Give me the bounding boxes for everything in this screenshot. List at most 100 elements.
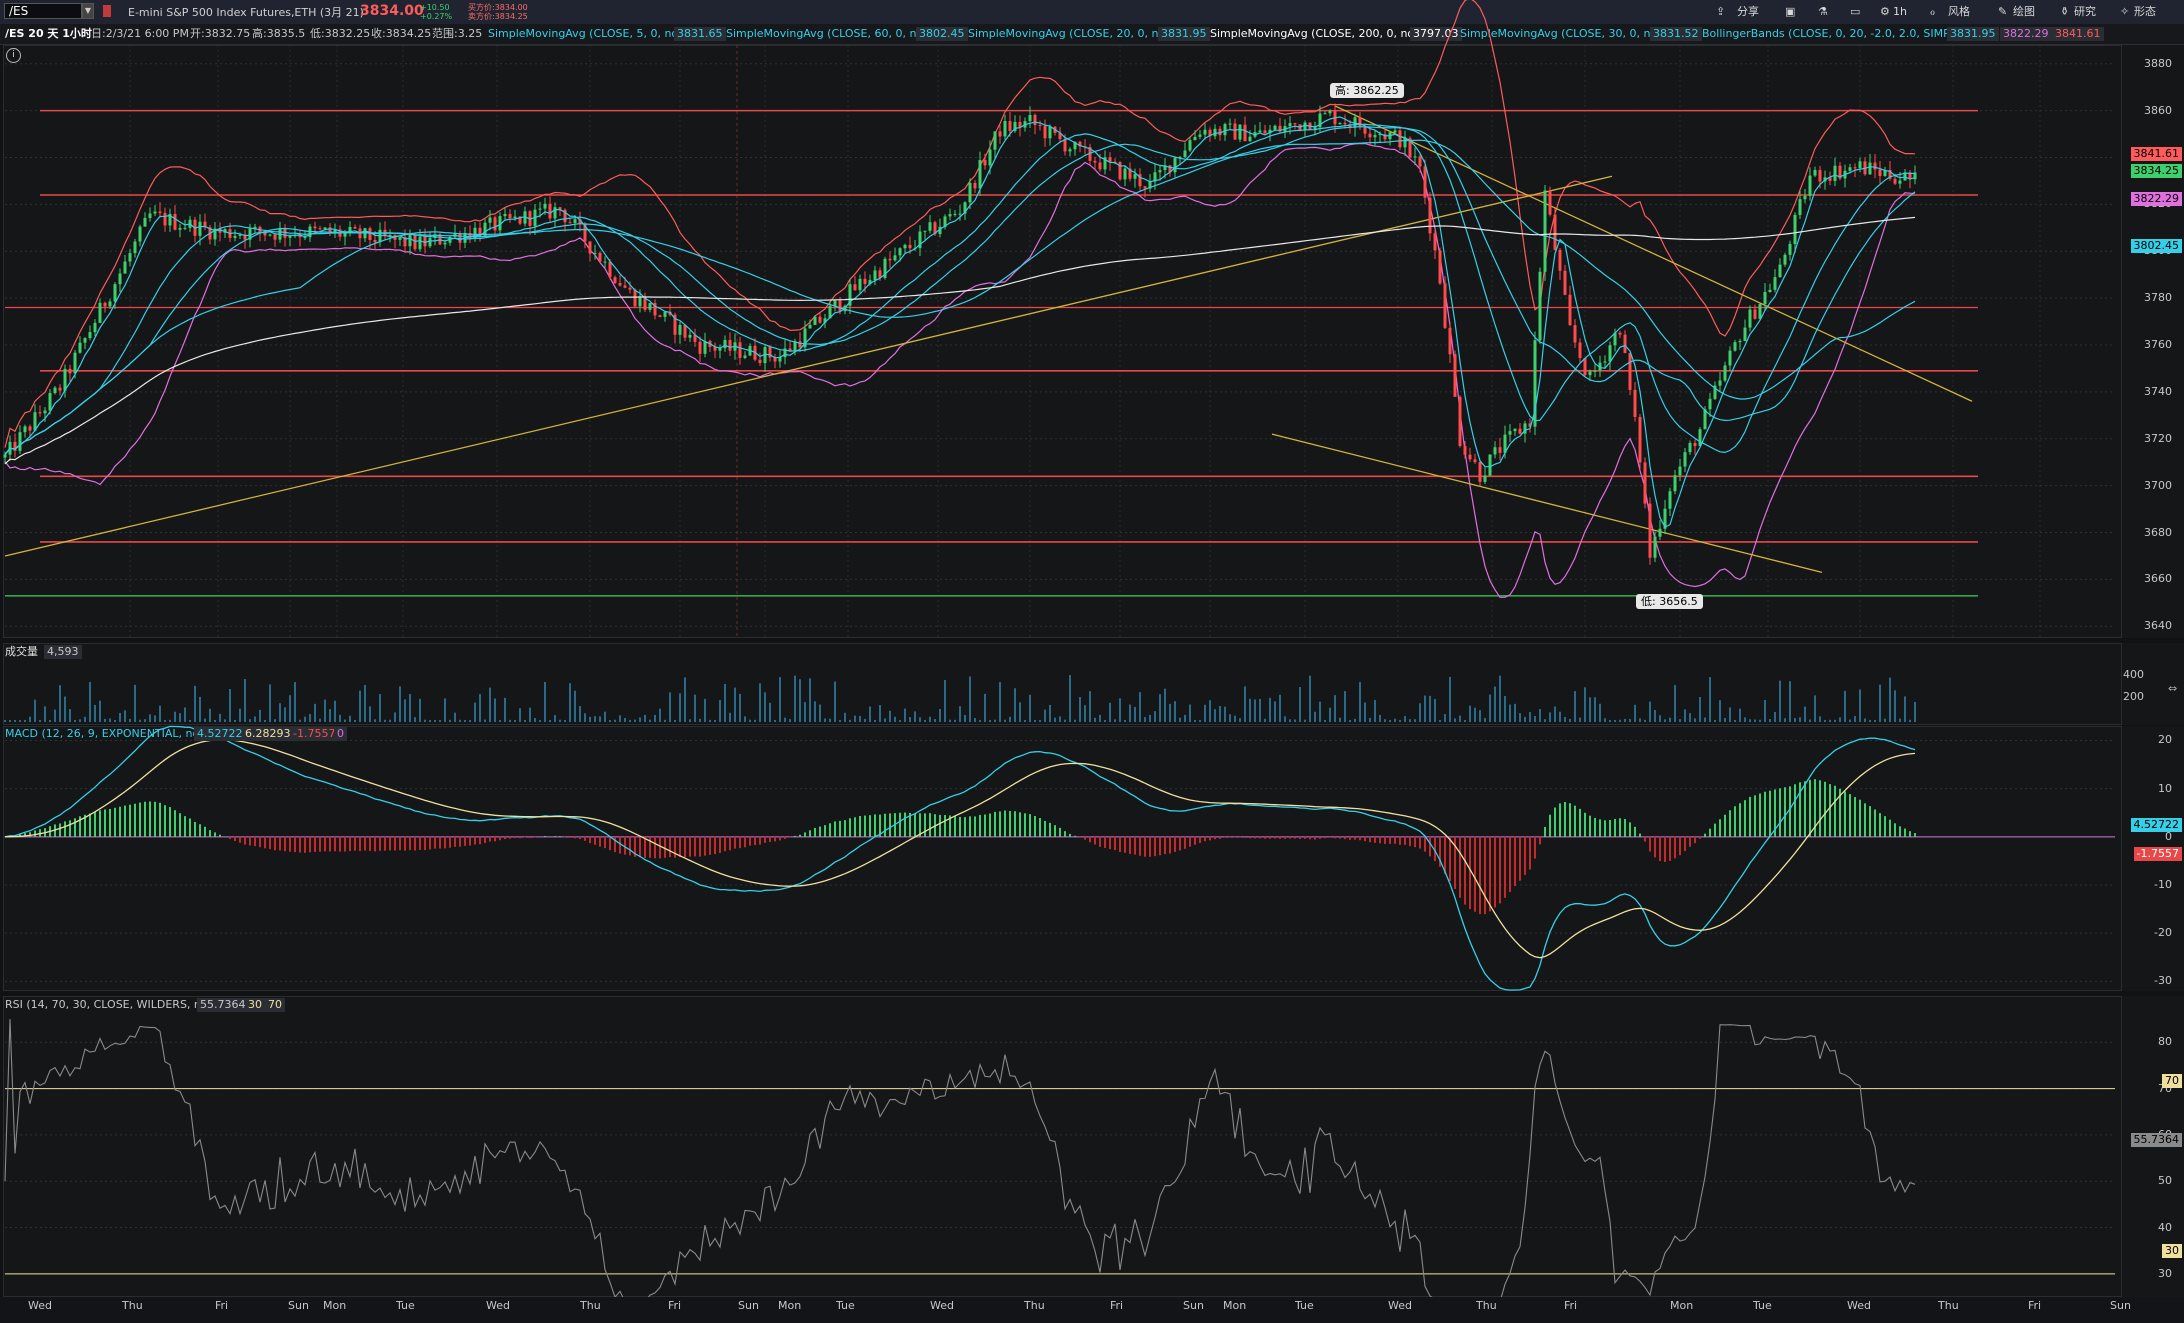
candle-body [1043,125,1047,139]
volume-bar [649,719,651,722]
date-axis[interactable]: Wed Thu Fri Sun Mon Tue Wed Thu Fri Sun Mon Tue Wed T… [0,1297,2184,1323]
macd-histogram-bar [279,836,281,851]
volume-bar [544,681,546,722]
macd-histogram-bar [1114,836,1116,851]
macd-tick: -30 [2154,974,2172,988]
macd-histogram-bar [1174,836,1176,852]
candle-body [1668,491,1672,509]
macd-histogram-bar [754,836,756,846]
candle-body [178,227,182,230]
candle-body [1673,475,1677,492]
candle-body [443,242,447,245]
macd-histogram-bar [74,818,76,837]
macd-histogram-bar [339,836,341,852]
macd-histogram-bar [109,808,111,837]
volume-bar [1609,720,1611,722]
macd-histogram-bar [1614,818,1616,837]
candle-body [268,234,272,236]
candle-body [1803,195,1807,200]
macd-histogram-bar [709,836,711,855]
macd-histogram-bar [1794,784,1796,837]
volume-bar [934,718,936,722]
macd-histogram-bar [884,813,886,837]
candle-body [1228,123,1232,125]
volume-bar [974,717,976,722]
volume-bar [394,712,396,722]
macd-histogram-bar [849,818,851,837]
sma-60-line [4,139,1916,455]
rsi-label[interactable]: RSI (14, 70, 30, CLOSE, WILDERS, no) [5,998,212,1012]
volume-bar [194,685,196,722]
chart-canvas[interactable] [0,0,2184,1323]
volume-bar [879,705,881,722]
macd-histogram-bar [669,836,671,858]
volume-bar [1504,696,1506,722]
candle-body [1728,350,1732,366]
macd-histogram-bar [1279,836,1281,839]
candle-body [818,316,822,323]
volume-bar [1264,718,1266,722]
macd-histogram-bar [1724,814,1726,837]
volume-bar [1429,695,1431,722]
macd-histogram-bar [764,836,766,843]
candle-body [923,230,927,232]
volume-bar [1909,719,1911,722]
high-label: 高: 3862.25 [1330,83,1404,98]
volume-bar [939,708,941,722]
volume-bar [1189,704,1191,722]
macd-histogram-bar [914,813,916,837]
volume-bar [1879,684,1881,722]
volume-bar [1869,719,1871,722]
volume-bar [164,719,166,722]
macd-histogram-bar [1759,793,1761,837]
candle-body [1498,447,1502,453]
candle-body [1248,136,1252,142]
volume-bar [569,683,571,722]
macd-histogram-bar [819,826,821,837]
volume-bar [1674,685,1676,722]
volume-bar [1714,720,1716,722]
macd-histogram-bar [534,836,536,838]
candle-body [683,324,687,338]
volume-bar [759,683,761,722]
volume-bar [154,715,156,722]
candle-body [83,338,87,343]
macd-histogram-bar [404,836,406,851]
rsi-30-tag: 30 [2162,1244,2182,1258]
candle-body [908,244,912,249]
info-icon[interactable]: i [6,48,21,63]
volume-bar [1899,718,1901,722]
volume-bar [474,702,476,722]
candle-body [1548,190,1552,215]
volume-bar [1464,719,1466,722]
macd-histogram-bar [679,836,681,858]
macd-histogram-bar [1319,836,1321,839]
macd-histogram-bar [274,836,276,851]
volume-bar [714,719,716,722]
volume-bar [1559,711,1561,722]
candle-body [143,217,147,227]
volume-bar [264,719,266,722]
volume-tick-200: 200 [2123,690,2144,703]
macd-histogram-bar [1349,836,1351,840]
volume-label[interactable]: 成交量 [5,645,38,659]
candle-body [273,234,277,240]
candle-body [1543,190,1547,272]
candle-body [1263,130,1267,134]
macd-histogram-bar [1619,818,1621,837]
candle-body [573,219,577,223]
macd-histogram-bar [1574,805,1576,837]
volume-bar [1769,719,1771,722]
collapse-arrows-icon[interactable]: ⇔ [2168,682,2177,695]
volume-bar [764,692,766,722]
volume-bar [944,680,946,722]
volume-bar [139,719,141,722]
macd-label[interactable]: MACD (12, 26, 9, EXPONENTIAL, no) [5,727,204,741]
macd-histogram-bar [124,805,126,837]
macd-histogram-bar [719,836,721,854]
macd-histogram-bar [1049,822,1051,837]
macd-histogram-bar [149,801,151,837]
volume-bar [729,712,731,722]
macd-histogram-bar [409,836,411,851]
macd-histogram-bar [1754,795,1756,837]
